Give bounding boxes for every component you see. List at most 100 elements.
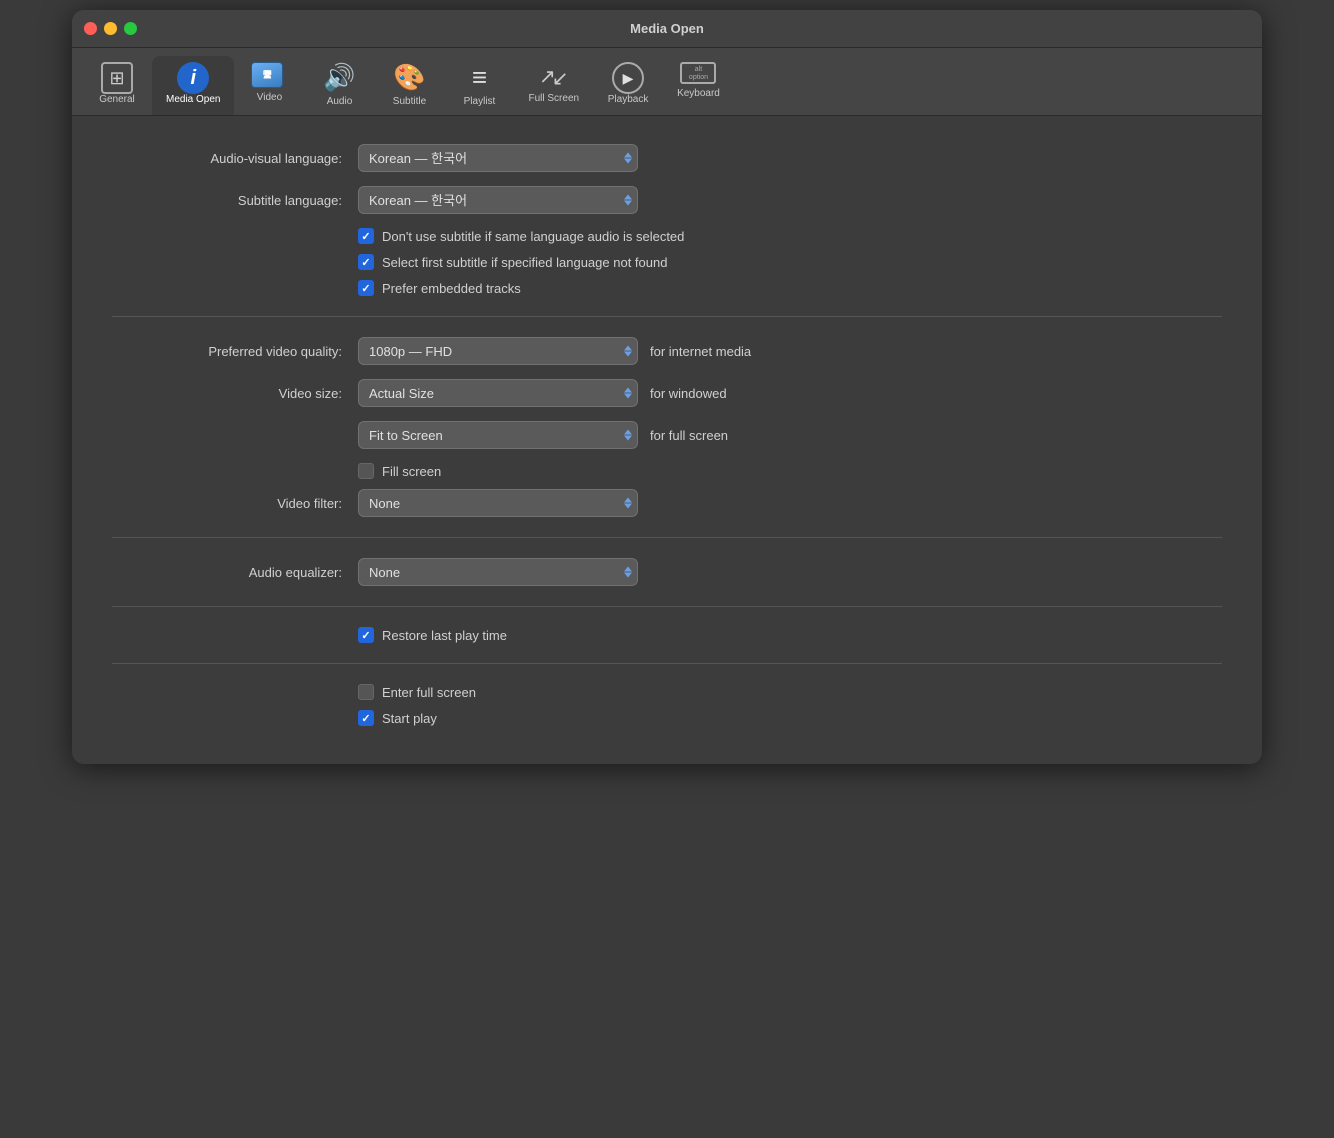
video-size-windowed-select-wrapper: Actual Size xyxy=(358,379,638,407)
prefer-embedded-label: Prefer embedded tracks xyxy=(382,281,521,296)
tab-subtitle-label: Subtitle xyxy=(393,96,426,107)
tab-keyboard-label: Keyboard xyxy=(677,88,720,99)
fullscreen-section: Enter full screen Start play xyxy=(112,684,1222,726)
audio-equalizer-control: None xyxy=(358,558,638,586)
subtitle-icon: 🎨 xyxy=(393,62,425,93)
fill-screen-checkbox[interactable] xyxy=(358,463,374,479)
video-size-fullscreen-control: Fit to Screen for full screen xyxy=(358,421,728,449)
audio-visual-language-row: Audio-visual language: Korean — 한국어 xyxy=(112,144,1222,172)
tab-playback[interactable]: ▶ Playback xyxy=(593,56,663,115)
start-play-checkbox[interactable] xyxy=(358,710,374,726)
preferred-video-quality-label: Preferred video quality: xyxy=(112,344,342,359)
titlebar: Media Open xyxy=(72,10,1262,48)
video-size-fullscreen-side: for full screen xyxy=(650,428,728,443)
tab-subtitle[interactable]: 🎨 Subtitle xyxy=(374,56,444,115)
audio-icon: 🔊 xyxy=(323,62,355,93)
preferred-video-quality-select-wrapper: 1080p — FHD xyxy=(358,337,638,365)
tab-general-label: General xyxy=(99,94,135,105)
tab-audio-label: Audio xyxy=(327,96,353,107)
audio-equalizer-select-wrapper: None xyxy=(358,558,638,586)
keyboard-icon: alt option xyxy=(680,62,716,84)
maximize-button[interactable] xyxy=(124,22,137,35)
video-section: Preferred video quality: 1080p — FHD for… xyxy=(112,337,1222,517)
subtitle-language-select-wrapper: Korean — 한국어 xyxy=(358,186,638,214)
tab-keyboard[interactable]: alt option Keyboard xyxy=(663,56,734,115)
preferred-video-quality-side: for internet media xyxy=(650,344,751,359)
main-window: Media Open ⊞ General i Media Open 🖥 Vide… xyxy=(72,10,1262,764)
video-icon: 🖥 xyxy=(251,62,287,92)
dont-use-subtitle-label: Don't use subtitle if same language audi… xyxy=(382,229,684,244)
video-filter-label: Video filter: xyxy=(112,496,342,511)
enter-full-screen-row: Enter full screen xyxy=(112,684,1222,700)
preferred-video-quality-select[interactable]: 1080p — FHD xyxy=(358,337,638,365)
toolbar: ⊞ General i Media Open 🖥 Video 🔊 Audio xyxy=(72,48,1262,116)
video-filter-select[interactable]: None xyxy=(358,489,638,517)
select-first-subtitle-checkbox[interactable] xyxy=(358,254,374,270)
tab-video-label: Video xyxy=(257,92,282,103)
restore-last-play-time-checkbox[interactable] xyxy=(358,627,374,643)
restore-last-play-time-label: Restore last play time xyxy=(382,628,507,643)
playback-icon: ▶ xyxy=(612,62,644,94)
video-filter-row: Video filter: None xyxy=(112,489,1222,517)
divider-2 xyxy=(112,537,1222,538)
tab-audio[interactable]: 🔊 Audio xyxy=(304,56,374,115)
dont-use-subtitle-checkbox[interactable] xyxy=(358,228,374,244)
prefer-embedded-checkbox[interactable] xyxy=(358,280,374,296)
tab-playlist[interactable]: ≡ Playlist xyxy=(444,56,514,115)
content-area: Audio-visual language: Korean — 한국어 Subt… xyxy=(72,116,1262,764)
minimize-button[interactable] xyxy=(104,22,117,35)
select-first-subtitle-row: Select first subtitle if specified langu… xyxy=(112,254,1222,270)
language-section: Audio-visual language: Korean — 한국어 Subt… xyxy=(112,144,1222,296)
audio-section: Audio equalizer: None xyxy=(112,558,1222,586)
select-first-subtitle-label: Select first subtitle if specified langu… xyxy=(382,255,667,270)
tab-mediaopen[interactable]: i Media Open xyxy=(152,56,234,115)
subtitle-language-control: Korean — 한국어 xyxy=(358,186,638,214)
tab-playlist-label: Playlist xyxy=(464,96,496,107)
prefer-embedded-row: Prefer embedded tracks xyxy=(112,280,1222,296)
video-size-windowed-select[interactable]: Actual Size xyxy=(358,379,638,407)
close-button[interactable] xyxy=(84,22,97,35)
audio-equalizer-row: Audio equalizer: None xyxy=(112,558,1222,586)
fill-screen-label: Fill screen xyxy=(382,464,441,479)
video-size-windowed-side: for windowed xyxy=(650,386,727,401)
tab-mediaopen-label: Media Open xyxy=(166,94,220,105)
tab-playback-label: Playback xyxy=(608,94,649,105)
audio-equalizer-select[interactable]: None xyxy=(358,558,638,586)
subtitle-language-select[interactable]: Korean — 한국어 xyxy=(358,186,638,214)
tab-video[interactable]: 🖥 Video xyxy=(234,56,304,115)
fullscreen-icon: ↗↙ xyxy=(538,62,570,90)
video-filter-control: None xyxy=(358,489,638,517)
subtitle-language-label: Subtitle language: xyxy=(112,193,342,208)
window-title: Media Open xyxy=(630,21,704,36)
restore-last-play-time-row: Restore last play time xyxy=(112,627,1222,643)
audio-visual-language-select-wrapper: Korean — 한국어 xyxy=(358,144,638,172)
audio-visual-language-control: Korean — 한국어 xyxy=(358,144,638,172)
preferred-video-quality-row: Preferred video quality: 1080p — FHD for… xyxy=(112,337,1222,365)
tab-fullscreen[interactable]: ↗↙ Full Screen xyxy=(514,56,593,115)
start-play-row: Start play xyxy=(112,710,1222,726)
tab-fullscreen-label: Full Screen xyxy=(528,93,579,104)
audio-visual-language-select[interactable]: Korean — 한국어 xyxy=(358,144,638,172)
preferred-video-quality-control: 1080p — FHD for internet media xyxy=(358,337,751,365)
video-size-windowed-control: Actual Size for windowed xyxy=(358,379,727,407)
window-controls xyxy=(84,22,137,35)
video-size-fullscreen-select-wrapper: Fit to Screen xyxy=(358,421,638,449)
video-size-fullscreen-row: Fit to Screen for full screen xyxy=(112,421,1222,449)
video-size-label: Video size: xyxy=(112,386,342,401)
video-size-fullscreen-select[interactable]: Fit to Screen xyxy=(358,421,638,449)
tab-general[interactable]: ⊞ General xyxy=(82,56,152,115)
dont-use-subtitle-row: Don't use subtitle if same language audi… xyxy=(112,228,1222,244)
audio-equalizer-label: Audio equalizer: xyxy=(112,565,342,580)
fill-screen-row: Fill screen xyxy=(112,463,1222,479)
restore-section: Restore last play time xyxy=(112,627,1222,643)
divider-1 xyxy=(112,316,1222,317)
audio-visual-language-label: Audio-visual language: xyxy=(112,151,342,166)
playlist-icon: ≡ xyxy=(472,62,487,93)
subtitle-language-row: Subtitle language: Korean — 한국어 xyxy=(112,186,1222,214)
mediaopen-icon: i xyxy=(177,62,209,94)
divider-4 xyxy=(112,663,1222,664)
enter-full-screen-checkbox[interactable] xyxy=(358,684,374,700)
divider-3 xyxy=(112,606,1222,607)
start-play-label: Start play xyxy=(382,711,437,726)
video-filter-select-wrapper: None xyxy=(358,489,638,517)
